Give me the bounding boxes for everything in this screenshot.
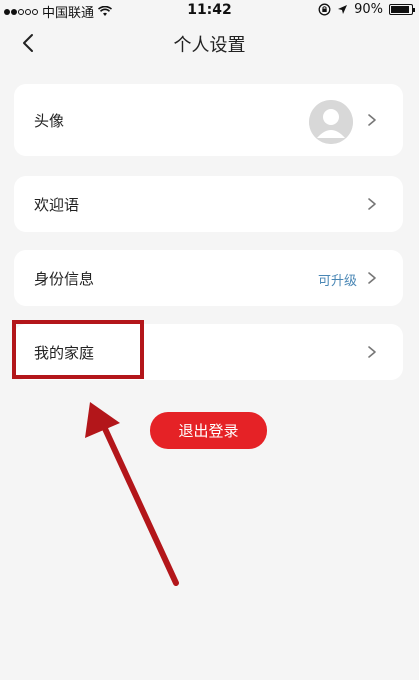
annotation-arrow bbox=[85, 402, 179, 586]
